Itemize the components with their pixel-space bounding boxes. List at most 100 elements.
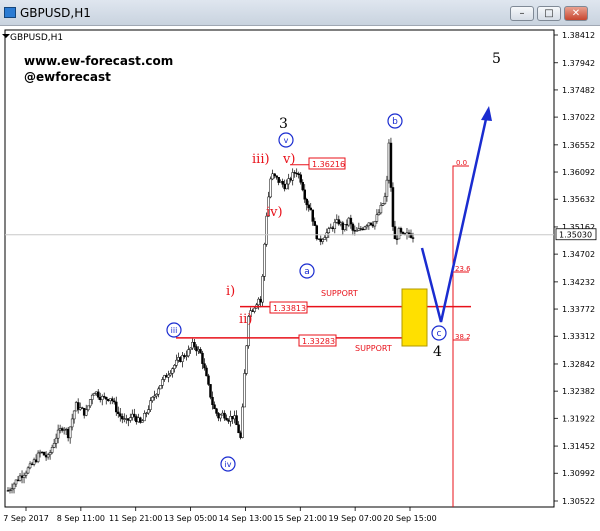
candle-body bbox=[62, 429, 66, 431]
svg-text:a: a bbox=[304, 267, 310, 277]
candle-body bbox=[147, 409, 150, 414]
chart-background bbox=[0, 26, 600, 531]
candle-body bbox=[397, 228, 401, 240]
circled-label-iv: iv bbox=[220, 456, 236, 472]
candle-body bbox=[313, 221, 317, 226]
y-tick-label: 1.37942 bbox=[562, 59, 595, 68]
candle-body bbox=[12, 483, 16, 489]
svg-text:c: c bbox=[437, 329, 442, 339]
price-chart: 1.38412 1.37942 1.37482 1.37022 1.36552 1.360… bbox=[0, 26, 600, 531]
candle-body bbox=[323, 237, 327, 240]
x-tick-label: 14 Sep 13:00 bbox=[219, 514, 272, 523]
x-tick-label: 20 Sep 15:00 bbox=[383, 514, 436, 523]
x-tick-label: 8 Sep 11:00 bbox=[57, 514, 105, 523]
candle-body bbox=[381, 203, 385, 206]
candle-body bbox=[335, 219, 339, 223]
y-tick-label: 1.30992 bbox=[562, 469, 595, 478]
x-tick-label: 13 Sep 05:00 bbox=[164, 514, 217, 523]
candle-body bbox=[401, 231, 405, 234]
candle-body bbox=[333, 222, 337, 229]
candle-body bbox=[339, 222, 343, 225]
candle-body bbox=[377, 212, 381, 215]
candle-body bbox=[88, 399, 92, 407]
candle-body bbox=[169, 373, 172, 376]
candle-body bbox=[271, 173, 274, 180]
candle-body bbox=[60, 428, 64, 431]
candle-body bbox=[141, 420, 144, 423]
y-tick-label: 1.33312 bbox=[562, 332, 595, 341]
candle-body bbox=[239, 432, 242, 438]
y-tick-label: 1.30522 bbox=[562, 497, 595, 506]
support-label-2: SUPPORT bbox=[355, 344, 392, 353]
candle-body bbox=[10, 488, 14, 491]
candle-body bbox=[353, 230, 357, 232]
candle-body bbox=[195, 346, 198, 352]
candle-body bbox=[56, 429, 60, 439]
close-button[interactable]: ✕ bbox=[564, 6, 588, 21]
candle-body bbox=[76, 402, 80, 410]
candle-body bbox=[52, 443, 56, 448]
candle-body bbox=[289, 178, 292, 181]
candle-body bbox=[385, 179, 389, 197]
candle-body bbox=[185, 355, 188, 358]
watermark-handle: @ewforecast bbox=[24, 70, 111, 84]
candle-body bbox=[329, 227, 333, 229]
candle-body bbox=[309, 207, 312, 211]
candle-body bbox=[361, 228, 365, 230]
window-title: GBPUSD,H1 bbox=[20, 6, 91, 20]
y-tick-label: 1.37022 bbox=[562, 113, 595, 122]
candle-body bbox=[123, 418, 126, 420]
candle-body bbox=[86, 405, 90, 411]
candle-body bbox=[32, 459, 36, 465]
chart-window-icon bbox=[4, 7, 16, 18]
candle-body bbox=[291, 172, 294, 181]
y-tick-label: 1.34702 bbox=[562, 250, 595, 259]
candle-body bbox=[349, 217, 353, 225]
candle-body bbox=[277, 177, 280, 183]
y-tick-label: 1.37482 bbox=[562, 86, 595, 95]
candle-body bbox=[157, 388, 160, 395]
y-tick-label: 1.31452 bbox=[562, 442, 595, 451]
y-tick-label: 1.35632 bbox=[562, 195, 595, 204]
candle-body bbox=[209, 384, 212, 398]
fib-label-0: 0.0 bbox=[456, 159, 467, 167]
candle-body bbox=[233, 415, 236, 420]
y-tick-label: 1.36092 bbox=[562, 168, 595, 177]
svg-text:iv: iv bbox=[225, 460, 232, 469]
wave-label-i: i) bbox=[226, 284, 235, 299]
candle-body bbox=[115, 401, 118, 413]
candle-body bbox=[213, 404, 216, 410]
wave-label-v: v) bbox=[282, 152, 295, 167]
candle-body bbox=[371, 224, 375, 227]
candle-body bbox=[355, 230, 359, 232]
candle-body bbox=[34, 459, 38, 462]
candle-body bbox=[50, 447, 54, 453]
maximize-button[interactable]: □ bbox=[537, 6, 561, 21]
svg-text:iii: iii bbox=[171, 326, 178, 335]
candle-body bbox=[225, 417, 228, 421]
candle-body bbox=[411, 237, 415, 239]
candle-body bbox=[347, 217, 351, 226]
candle-body bbox=[357, 228, 361, 231]
title-bar: GBPUSD,H1 – □ ✕ bbox=[0, 0, 600, 26]
candle-body bbox=[24, 472, 28, 476]
candle-body bbox=[94, 391, 98, 394]
candle-body bbox=[102, 396, 106, 398]
candle-body bbox=[84, 409, 88, 416]
svg-text:1.33813: 1.33813 bbox=[273, 304, 306, 313]
candle-body bbox=[269, 178, 272, 198]
candle-body bbox=[139, 417, 142, 423]
candle-body bbox=[38, 451, 42, 454]
minimize-button[interactable]: – bbox=[510, 6, 534, 21]
price-box-136216: 1.36216 bbox=[308, 157, 346, 170]
x-tick-label: 15 Sep 21:00 bbox=[274, 514, 327, 523]
candle-body bbox=[179, 357, 182, 362]
candle-body bbox=[22, 475, 26, 478]
candle-body bbox=[171, 368, 174, 374]
candle-body bbox=[261, 276, 264, 303]
svg-text:1.36216: 1.36216 bbox=[312, 160, 345, 169]
candle-body bbox=[223, 412, 226, 419]
candle-body bbox=[341, 222, 345, 230]
candle-body bbox=[379, 205, 383, 214]
candle-body bbox=[6, 490, 10, 492]
